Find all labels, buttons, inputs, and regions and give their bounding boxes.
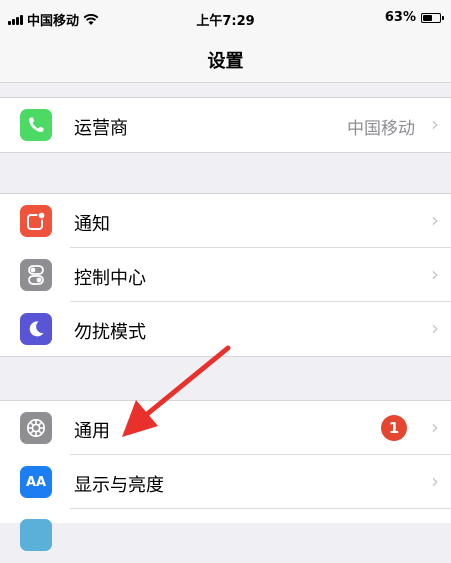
settings-row-carrier[interactable]: 运营商 中国移动 ›	[0, 98, 451, 152]
navigation-bar: 设置	[0, 34, 451, 83]
do-not-disturb-label: 勿扰模式	[74, 322, 146, 343]
settings-row-control-center[interactable]: 控制中心 ›	[0, 248, 451, 302]
settings-section-carrier: 运营商 中国移动 ›	[0, 97, 451, 153]
settings-row-display[interactable]: AA 显示与亮度 ›	[0, 455, 451, 509]
settings-row-next[interactable]	[0, 509, 451, 563]
battery-percent: 63%	[384, 10, 416, 25]
general-label: 通用	[74, 421, 110, 442]
carrier-value: 中国移动	[347, 119, 415, 139]
notifications-icon	[20, 205, 52, 237]
settings-row-do-not-disturb[interactable]: 勿扰模式 ›	[0, 302, 451, 356]
carrier-label: 运营商	[74, 118, 128, 139]
chevron-right-icon: ›	[431, 469, 439, 493]
status-right: 63%	[384, 10, 444, 25]
gear-icon	[20, 412, 52, 444]
update-badge: 1	[381, 415, 407, 441]
settings-row-general[interactable]: 通用 1 ›	[0, 401, 451, 455]
status-bar: 中国移动 上午7:29 63%	[0, 0, 451, 34]
phone-icon	[20, 109, 52, 141]
chevron-right-icon: ›	[431, 112, 439, 136]
battery-icon	[421, 12, 444, 23]
control-center-icon	[20, 259, 52, 291]
notifications-label: 通知	[74, 214, 110, 235]
display-label: 显示与亮度	[74, 475, 164, 496]
moon-icon	[20, 313, 52, 345]
chevron-right-icon: ›	[431, 415, 439, 439]
wallpaper-icon	[20, 519, 52, 551]
settings-section-general: 通用 1 › AA 显示与亮度 ›	[0, 400, 451, 551]
chevron-right-icon: ›	[431, 316, 439, 340]
chevron-right-icon: ›	[431, 208, 439, 232]
display-icon: AA	[20, 466, 52, 498]
chevron-right-icon: ›	[431, 262, 439, 286]
control-center-label: 控制中心	[74, 268, 146, 289]
settings-section-notifications: 通知 › 控制中心 › 勿扰模式 ›	[0, 193, 451, 357]
status-time: 上午7:29	[196, 14, 255, 29]
page-title: 设置	[207, 51, 244, 72]
settings-row-notifications[interactable]: 通知 ›	[0, 194, 451, 248]
